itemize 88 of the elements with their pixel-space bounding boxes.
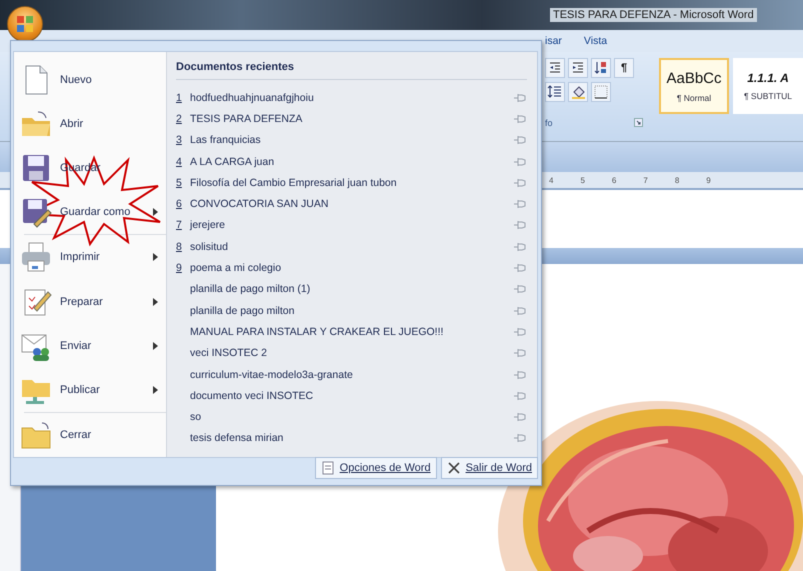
pin-icon[interactable] bbox=[513, 242, 527, 252]
pin-icon[interactable] bbox=[513, 433, 527, 444]
paint-bucket-icon bbox=[570, 84, 586, 100]
recent-document[interactable]: curriculum-vitae-modelo3a-granate bbox=[190, 368, 513, 380]
sort-icon bbox=[593, 60, 609, 76]
document-icon bbox=[320, 461, 335, 475]
group-label: fo bbox=[545, 118, 553, 128]
printer-icon bbox=[20, 241, 52, 274]
recent-document[interactable]: A LA CARGA juan bbox=[190, 156, 513, 168]
recent-document[interactable]: Las franquicias bbox=[190, 134, 513, 146]
ruler-number: 4 bbox=[549, 176, 554, 184]
pin-icon[interactable] bbox=[513, 135, 527, 146]
dialog-launcher-icon[interactable] bbox=[634, 118, 643, 127]
pin-icon[interactable] bbox=[513, 178, 527, 188]
pin-icon[interactable] bbox=[513, 412, 527, 422]
recent-document[interactable]: Filosofía del Cambio Empresarial juan tubon bbox=[190, 176, 513, 189]
borders-button[interactable] bbox=[591, 82, 611, 102]
pilcrow-button[interactable]: ¶ bbox=[614, 58, 634, 78]
submenu-arrow-icon bbox=[153, 386, 158, 394]
recent-document[interactable]: so bbox=[190, 411, 513, 424]
pin-icon[interactable] bbox=[513, 348, 527, 358]
pin-icon[interactable] bbox=[513, 199, 527, 210]
menu-footer-button[interactable]: Opciones de Word bbox=[314, 457, 437, 479]
ribbon-tab[interactable]: Vista bbox=[584, 35, 608, 47]
document-number: 6 bbox=[176, 198, 183, 210]
recent-documents-heading: Documentos recientes bbox=[176, 57, 527, 80]
document-number: 5 bbox=[176, 176, 183, 189]
document-number: 7 bbox=[176, 219, 183, 232]
recent-document[interactable]: hodfuedhuahjnuanafgjhoiu bbox=[190, 92, 513, 104]
document-number: 1 bbox=[176, 92, 183, 104]
floppy-disk-pencil-icon bbox=[20, 196, 52, 228]
borders-icon bbox=[593, 84, 609, 100]
pin-icon[interactable] bbox=[513, 156, 527, 167]
document-number: 2 bbox=[176, 112, 183, 125]
recent-document[interactable]: solisitud bbox=[190, 240, 513, 253]
recent-document[interactable]: MANUAL PARA INSTALAR Y CRAKEAR EL JUEGO!!! bbox=[190, 326, 513, 338]
menu-command[interactable]: Preparar bbox=[14, 280, 166, 324]
ruler-number: 6 bbox=[612, 176, 616, 184]
pin-icon[interactable] bbox=[513, 326, 527, 337]
pin-icon[interactable] bbox=[513, 92, 527, 103]
line-spacing-button[interactable] bbox=[545, 82, 565, 102]
recent-document[interactable]: TESIS PARA DEFENZA bbox=[190, 112, 513, 125]
document-number: 3 bbox=[176, 134, 183, 146]
sort-button[interactable] bbox=[591, 58, 611, 78]
paint-bucket-button[interactable] bbox=[568, 82, 588, 102]
recent-document[interactable]: documento veci INSOTEC bbox=[190, 390, 513, 402]
recent-document[interactable]: veci INSOTEC 2 bbox=[190, 347, 513, 360]
increase-indent-button[interactable] bbox=[568, 58, 588, 78]
ruler-number: 8 bbox=[674, 176, 680, 184]
pin-icon[interactable] bbox=[513, 114, 527, 124]
ribbon-tab[interactable]: isar bbox=[545, 35, 562, 47]
recent-document[interactable]: planilla de pago milton (1) bbox=[190, 283, 513, 296]
pin-icon[interactable] bbox=[513, 220, 527, 230]
menu-command[interactable]: Abrir bbox=[14, 102, 166, 146]
menu-command[interactable]: Enviar bbox=[14, 324, 166, 368]
submenu-arrow-icon bbox=[153, 342, 158, 350]
ruler-number: 9 bbox=[706, 176, 711, 184]
ruler-number: 7 bbox=[643, 176, 648, 184]
pin-icon[interactable] bbox=[513, 263, 527, 274]
document-number: 8 bbox=[176, 240, 183, 253]
window-title: TESIS PARA DEFENZA - Microsoft Word bbox=[550, 8, 757, 22]
menu-footer-button[interactable]: Salir de Word bbox=[440, 457, 538, 479]
menu-command[interactable]: Publicar bbox=[14, 368, 166, 412]
document-number: 4 bbox=[176, 156, 183, 168]
pin-icon[interactable] bbox=[513, 284, 527, 294]
menu-command[interactable]: Nuevo bbox=[14, 58, 166, 102]
recent-document[interactable]: tesis defensa mirian bbox=[190, 432, 513, 444]
pin-icon[interactable] bbox=[513, 390, 527, 401]
submenu-arrow-icon bbox=[153, 298, 158, 306]
submenu-arrow-icon bbox=[153, 208, 158, 216]
decrease-indent-button[interactable] bbox=[545, 58, 565, 78]
recent-document[interactable]: poema a mi colegio bbox=[190, 262, 513, 274]
submenu-arrow-icon bbox=[153, 253, 158, 262]
menu-command[interactable]: Imprimir bbox=[14, 235, 166, 280]
document-number: 9 bbox=[176, 262, 183, 274]
ruler-number: 5 bbox=[580, 176, 585, 184]
recent-document[interactable]: jerejere bbox=[190, 219, 513, 232]
recent-document[interactable]: CONVOCATORIA SAN JUAN bbox=[190, 198, 513, 210]
line-spacing-icon bbox=[547, 84, 563, 100]
menu-command[interactable]: Guardar como bbox=[14, 190, 166, 234]
pin-icon[interactable] bbox=[513, 370, 527, 380]
close-icon bbox=[446, 461, 461, 475]
style-gallery-item[interactable]: AaBbCc ¶ Normal bbox=[659, 58, 729, 114]
pin-icon[interactable] bbox=[513, 306, 527, 316]
office-logo-icon bbox=[15, 14, 35, 34]
style-gallery-item[interactable]: 1.1.1. A ¶ SUBTITUL bbox=[733, 58, 803, 114]
menu-command[interactable]: Cerrar bbox=[14, 412, 166, 457]
recent-document[interactable]: planilla de pago milton bbox=[190, 304, 513, 317]
